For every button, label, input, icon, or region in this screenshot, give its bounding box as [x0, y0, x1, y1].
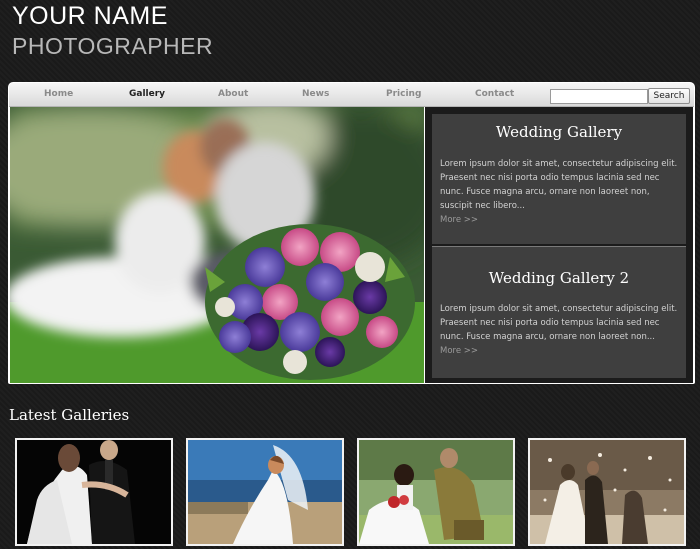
- gallery-thumbnail[interactable]: [186, 438, 344, 546]
- gallery-thumbnail[interactable]: [357, 438, 515, 546]
- more-link[interactable]: More >>: [440, 215, 478, 225]
- search-button[interactable]: Search: [648, 88, 690, 104]
- hero-photo: [10, 107, 424, 383]
- hero-wedding-image: [10, 107, 424, 383]
- gallery-card: Wedding Gallery 2 Lorem ipsum dolor sit …: [432, 246, 686, 378]
- main-nav: Home Gallery About News Pricing Contact …: [9, 83, 694, 107]
- more-link[interactable]: More >>: [440, 346, 478, 356]
- content-frame: Home Gallery About News Pricing Contact …: [8, 82, 695, 384]
- nav-pricing[interactable]: Pricing: [386, 89, 421, 99]
- nav-contact[interactable]: Contact: [475, 89, 514, 99]
- site-tagline: PHOTOGRAPHER: [12, 33, 214, 59]
- nav-home[interactable]: Home: [44, 89, 73, 99]
- nav-news[interactable]: News: [302, 89, 329, 99]
- gallery-card: Wedding Gallery Lorem ipsum dolor sit am…: [432, 114, 686, 244]
- latest-galleries-heading: Latest Galleries: [9, 406, 130, 424]
- thumbnail-image: [530, 440, 684, 544]
- gallery-card-title[interactable]: Wedding Gallery: [432, 123, 686, 141]
- gallery-card-text: Lorem ipsum dolor sit amet, consectetur …: [440, 159, 678, 225]
- gallery-thumbnail[interactable]: [15, 438, 173, 546]
- nav-about[interactable]: About: [218, 89, 248, 99]
- nav-gallery[interactable]: Gallery: [129, 89, 165, 99]
- featured-galleries: Wedding Gallery Lorem ipsum dolor sit am…: [425, 107, 693, 383]
- search-input[interactable]: [550, 89, 648, 104]
- thumbnail-image: [17, 440, 171, 544]
- thumbnail-image: [188, 440, 342, 544]
- thumbnail-image: [359, 440, 513, 544]
- gallery-thumbnail[interactable]: [528, 438, 686, 546]
- site-name: YOUR NAME: [12, 2, 168, 30]
- gallery-card-title[interactable]: Wedding Gallery 2: [432, 269, 686, 287]
- gallery-card-text: Lorem ipsum dolor sit amet, consectetur …: [440, 304, 678, 356]
